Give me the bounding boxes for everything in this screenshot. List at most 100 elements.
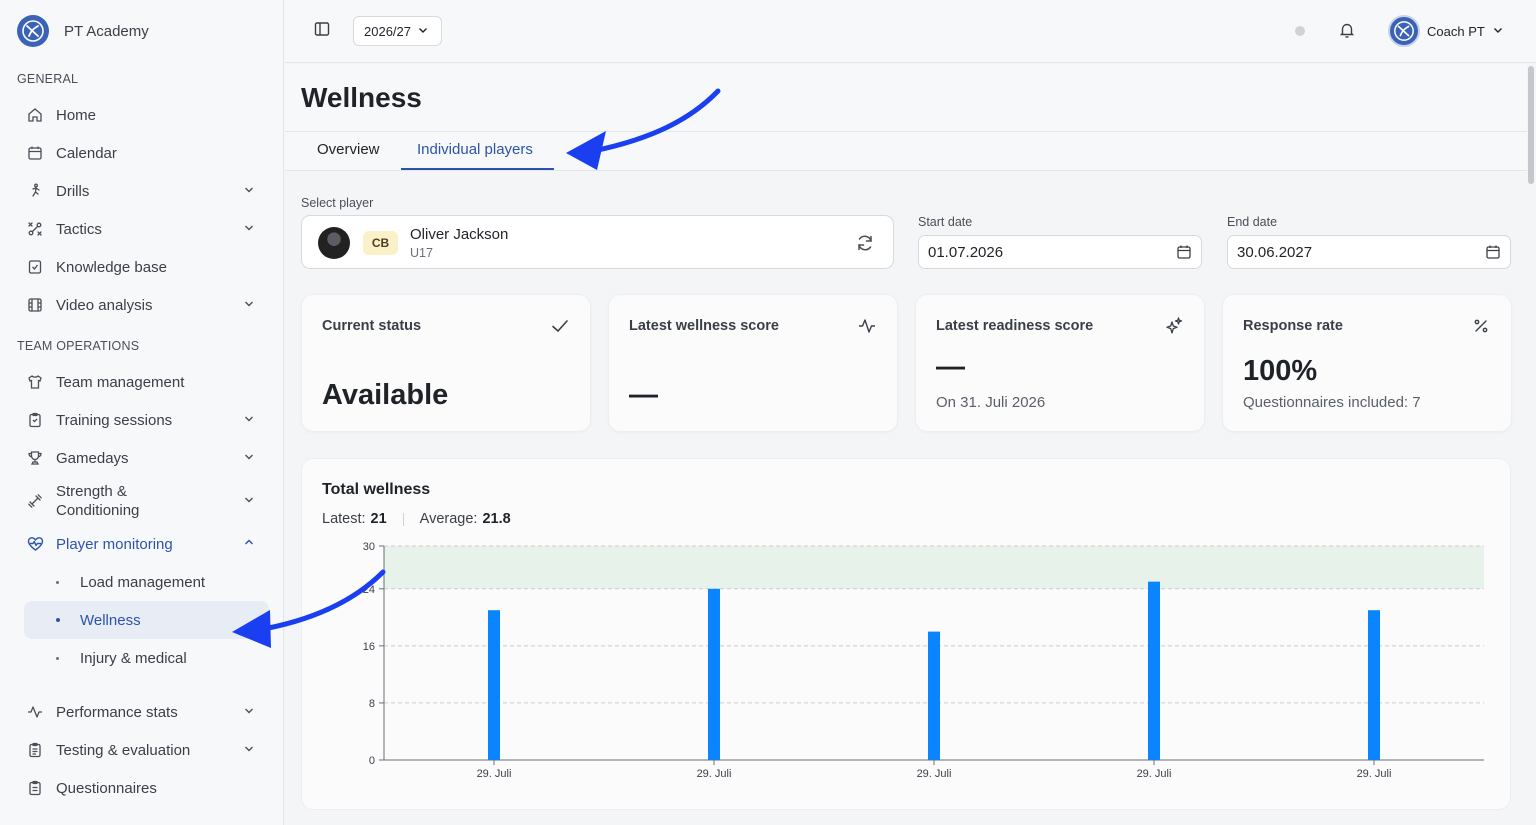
book-check-icon — [26, 258, 44, 276]
card-title: Current status — [322, 318, 422, 334]
sidebar-item-label: Performance stats — [56, 703, 178, 721]
reference-band — [384, 546, 1484, 589]
user-name: Coach PT — [1427, 23, 1485, 39]
bar — [708, 588, 720, 760]
x-tick-label: 29. Juli — [477, 768, 512, 780]
sidebar-item-label: Drills — [56, 182, 90, 200]
player-select[interactable]: CB Oliver Jackson U17 — [301, 215, 894, 269]
chevron-down-icon[interactable] — [243, 742, 255, 759]
user-avatar — [1388, 15, 1420, 47]
sidebar-item-drills[interactable]: Drills — [24, 172, 259, 210]
check-icon — [550, 316, 570, 336]
sidebar-subitem-load-management[interactable]: Load management — [24, 563, 269, 601]
y-tick-label: 30 — [363, 541, 375, 553]
main-content: Wellness Overview Individual players Sel… — [285, 64, 1527, 825]
percent-icon — [1471, 316, 1491, 336]
chevron-up-icon[interactable] — [243, 536, 255, 553]
running-figure-icon — [26, 182, 44, 200]
card-value: Available — [322, 379, 449, 411]
x-tick-label: 29. Juli — [1137, 768, 1172, 780]
calendar-icon[interactable] — [1485, 244, 1501, 260]
card-title: Response rate — [1243, 318, 1343, 334]
sidebar-item-knowledge-base[interactable]: Knowledge base — [24, 248, 259, 286]
current-status-card: Current status Available — [301, 294, 591, 432]
sidebar-item-video-analysis[interactable]: Video analysis — [24, 286, 259, 324]
bell-icon[interactable] — [1338, 21, 1358, 41]
chevron-down-icon — [1492, 24, 1504, 39]
chevron-down-icon[interactable] — [243, 704, 255, 721]
start-date-label: Start date — [918, 215, 973, 229]
card-value: — — [936, 351, 965, 383]
sidebar-item-testing-evaluation[interactable]: Testing & evaluation — [24, 731, 259, 769]
tab-overview[interactable]: Overview — [317, 141, 380, 158]
sidebar: PT Academy GENERAL Home Calendar Drills … — [0, 0, 284, 825]
sidebar-item-strength-conditioning[interactable]: Strength & Conditioning — [24, 477, 259, 525]
card-subtext: Questionnaires included: 7 — [1243, 394, 1421, 411]
sidebar-item-questionnaires[interactable]: Questionnaires — [24, 769, 259, 807]
end-date-input[interactable]: 30.06.2027 — [1227, 235, 1511, 269]
sidebar-item-training-sessions[interactable]: Training sessions — [24, 401, 259, 439]
chevron-down-icon[interactable] — [243, 297, 255, 314]
sidebar-item-gamedays[interactable]: Gamedays — [24, 439, 259, 477]
chevron-down-icon[interactable] — [243, 450, 255, 467]
card-title: Latest readiness score — [936, 318, 1094, 334]
chevron-down-icon[interactable] — [243, 221, 255, 238]
card-value: 100% — [1243, 355, 1318, 387]
heart-pulse-icon — [26, 535, 44, 553]
sidebar-item-team-management[interactable]: Team management — [24, 363, 259, 401]
sidebar-subitem-injury-medical[interactable]: Injury & medical — [24, 639, 269, 677]
app-name: PT Academy — [64, 22, 149, 40]
bar — [488, 610, 500, 760]
player-name: Oliver Jackson — [410, 226, 509, 243]
sidebar-item-home[interactable]: Home — [24, 96, 259, 134]
sidebar-subitem-wellness[interactable]: Wellness — [24, 601, 269, 639]
sidebar-item-tactics[interactable]: Tactics — [24, 210, 259, 248]
dumbbell-icon — [26, 492, 44, 510]
sidebar-subitem-label: Load management — [80, 573, 206, 591]
sidebar-item-performance-stats[interactable]: Performance stats — [24, 693, 259, 731]
academy-logo-icon — [17, 15, 49, 47]
bullet-icon — [56, 618, 60, 622]
calendar-icon[interactable] — [1176, 244, 1192, 260]
season-value: 2026/27 — [364, 23, 411, 39]
chevron-down-icon[interactable] — [243, 492, 255, 511]
sidebar-item-label: Gamedays — [56, 449, 129, 467]
refresh-icon[interactable] — [855, 233, 875, 253]
sidebar-item-calendar[interactable]: Calendar — [24, 134, 259, 172]
bar — [928, 631, 940, 760]
end-date-label: End date — [1227, 215, 1278, 229]
tabs-divider — [285, 131, 1527, 132]
sidebar-item-label: Training sessions — [56, 411, 173, 429]
scrollbar-thumb[interactable] — [1528, 66, 1534, 184]
player-team: U17 — [410, 246, 433, 260]
page-title: Wellness — [301, 82, 422, 113]
season-select[interactable]: 2026/27 — [353, 16, 442, 46]
chevron-down-icon[interactable] — [243, 183, 255, 200]
start-date-input[interactable]: 01.07.2026 — [918, 235, 1202, 269]
tab-individual-players[interactable]: Individual players — [417, 141, 533, 158]
bar — [1148, 581, 1160, 760]
sidebar-toggle-icon[interactable] — [313, 20, 333, 40]
y-tick-label: 8 — [369, 698, 375, 710]
response-rate-card: Response rate 100% Questionnaires includ… — [1222, 294, 1512, 432]
sidebar-item-player-monitoring[interactable]: Player monitoring — [24, 525, 259, 563]
user-menu[interactable]: Coach PT — [1388, 15, 1504, 47]
total-wellness-chart-card: Total wellness Latest: 21 Average: 21.8 … — [301, 458, 1511, 810]
total-wellness-bar-chart: 0 8 16 24 30 29. Juli 29. Juli 29. Juli 29. Juli… — [363, 541, 1484, 780]
chevron-down-icon — [417, 24, 429, 39]
section-team-operations: TEAM OPERATIONS — [17, 339, 140, 353]
x-tick-label: 29. Juli — [697, 768, 732, 780]
brand[interactable]: PT Academy — [0, 0, 283, 62]
card-title: Latest wellness score — [629, 318, 779, 334]
y-tick-label: 24 — [363, 584, 375, 596]
page-header: Wellness Overview Individual players — [285, 64, 1527, 171]
latest-readiness-card: Latest readiness score — On 31. Juli 202… — [915, 294, 1205, 432]
sidebar-item-label: Tactics — [56, 220, 102, 238]
latest-wellness-card: Latest wellness score — — [608, 294, 898, 432]
chevron-down-icon[interactable] — [243, 412, 255, 429]
card-value: — — [629, 379, 658, 411]
start-date-value: 01.07.2026 — [928, 243, 1004, 261]
sidebar-subitem-label: Injury & medical — [80, 649, 187, 667]
clipboard-text-icon — [26, 779, 44, 797]
calendar-icon — [26, 144, 44, 162]
